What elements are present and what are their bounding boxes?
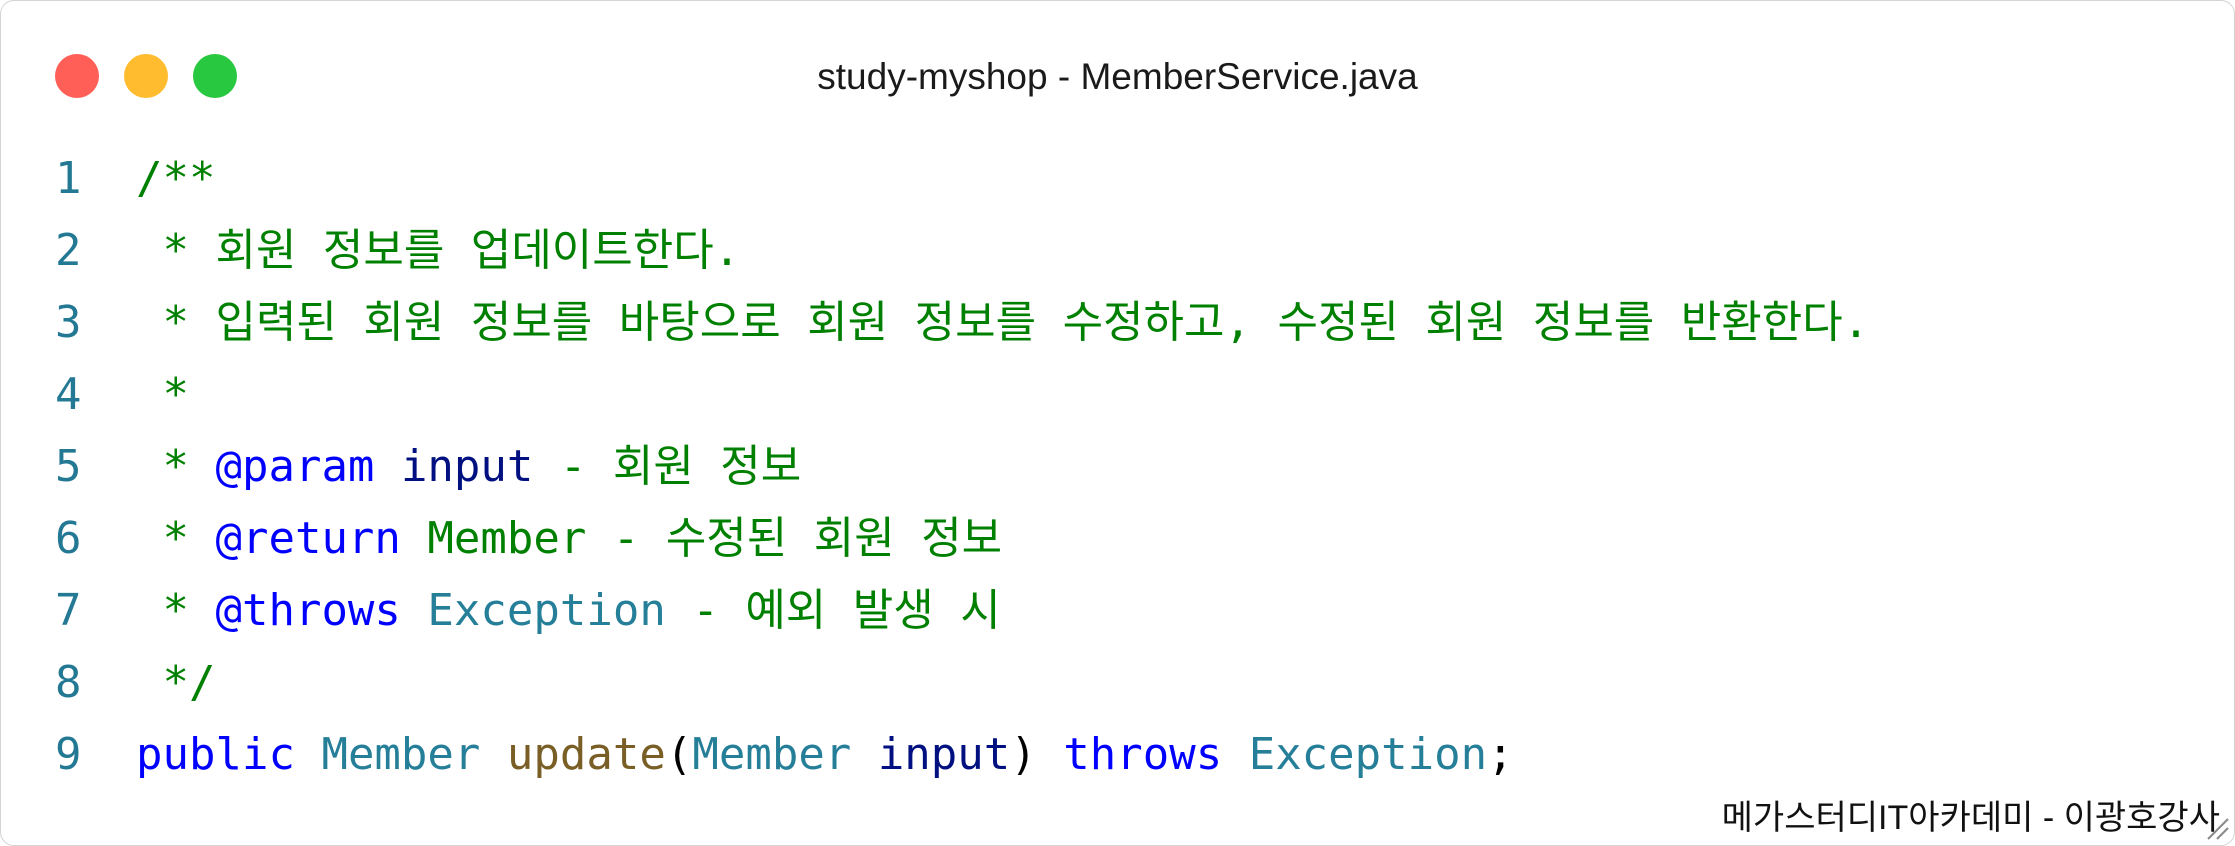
resize-grip-icon[interactable] bbox=[2204, 815, 2230, 841]
code-token-comment: * 회원 정보를 업데이트한다. bbox=[136, 225, 741, 276]
code-token-keyword: throws bbox=[1063, 729, 1223, 780]
code-line: 6 * @return Member - 수정된 회원 정보 bbox=[1, 509, 2234, 581]
code-editor: 1/** 2 * 회원 정보를 업데이트한다. 3 * 입력된 회원 정보를 바탕으… bbox=[1, 149, 2234, 797]
code-text: * bbox=[136, 365, 189, 425]
code-line: 3 * 입력된 회원 정보를 바탕으로 회원 정보를 수정하고, 수정된 회원 … bbox=[1, 293, 2234, 365]
code-line: 5 * @param input - 회원 정보 bbox=[1, 437, 2234, 509]
code-token-type: Member bbox=[321, 729, 481, 780]
code-token-type: Member bbox=[692, 729, 852, 780]
code-token-comment: * 입력된 회원 정보를 바탕으로 회원 정보를 수정하고, 수정된 회원 정보… bbox=[136, 297, 1870, 348]
code-token-tag: @return bbox=[215, 513, 401, 564]
code-token-plain: ; bbox=[1487, 729, 1514, 780]
line-number: 7 bbox=[55, 585, 82, 636]
code-token-type: Exception bbox=[1248, 729, 1488, 780]
code-token-comment: - 회원 정보 bbox=[533, 441, 802, 492]
code-token-comment: */ bbox=[136, 657, 216, 708]
title-bar: study-myshop - MemberService.java bbox=[1, 1, 2234, 121]
code-line: 4 * bbox=[1, 365, 2234, 437]
code-token-plain: ( bbox=[665, 729, 693, 780]
code-text: * @return Member - 수정된 회원 정보 bbox=[136, 509, 1002, 569]
watermark-text: 메가스터디IT아카데미 - 이광호강사 bbox=[1721, 799, 2220, 837]
code-token-param: input bbox=[400, 441, 534, 492]
window-title: study-myshop - MemberService.java bbox=[817, 56, 1418, 97]
code-text: /** bbox=[136, 149, 215, 209]
code-line: 2 * 회원 정보를 업데이트한다. bbox=[1, 221, 2234, 293]
line-number: 9 bbox=[55, 729, 82, 780]
code-token-comment bbox=[401, 585, 428, 636]
code-line: 8 */ bbox=[1, 653, 2234, 725]
code-text: * @param input - 회원 정보 bbox=[136, 437, 801, 497]
code-token-comment: /** bbox=[136, 153, 216, 204]
code-line: 1 /** bbox=[1, 149, 2234, 221]
code-text: * @throws Exception - 예외 발생 시 bbox=[136, 581, 1001, 641]
code-token-comment: Member - 수정된 회원 정보 bbox=[400, 513, 1003, 564]
code-token-comment: * bbox=[136, 513, 216, 564]
line-number: 8 bbox=[55, 657, 82, 708]
code-token-param: input bbox=[877, 729, 1011, 780]
code-token-tag: @param bbox=[215, 441, 375, 492]
code-text: */ bbox=[136, 653, 215, 713]
code-token-keyword: public bbox=[136, 729, 295, 780]
code-token-func: update bbox=[506, 729, 666, 780]
code-token-comment: * bbox=[136, 369, 189, 420]
code-line: 9 public Member update(Member input) thro… bbox=[1, 725, 2234, 797]
code-token-comment: * bbox=[136, 585, 216, 636]
code-text: * 회원 정보를 업데이트한다. bbox=[136, 221, 740, 281]
code-window: study-myshop - MemberService.java 1 /** 2 … bbox=[0, 0, 2235, 846]
line-number: 6 bbox=[55, 513, 82, 564]
code-line: 7 * @throws Exception - 예외 발생 시 bbox=[1, 581, 2234, 653]
code-text: * 입력된 회원 정보를 바탕으로 회원 정보를 수정하고, 수정된 회원 정보… bbox=[136, 293, 1869, 353]
line-number: 3 bbox=[55, 297, 82, 348]
line-number: 2 bbox=[55, 225, 82, 276]
code-token-plain: ) bbox=[1010, 729, 1064, 780]
code-text: public Member update(Member input) throw… bbox=[136, 725, 1514, 785]
line-number: 5 bbox=[55, 441, 82, 492]
code-token-comment: - 예외 발생 시 bbox=[665, 585, 1001, 636]
line-number: 1 bbox=[55, 153, 82, 204]
line-number: 4 bbox=[55, 369, 82, 420]
code-token-comment: * bbox=[136, 441, 216, 492]
code-token-type: Exception bbox=[427, 585, 666, 636]
code-token-comment bbox=[374, 441, 401, 492]
code-token-tag: @throws bbox=[215, 585, 401, 636]
